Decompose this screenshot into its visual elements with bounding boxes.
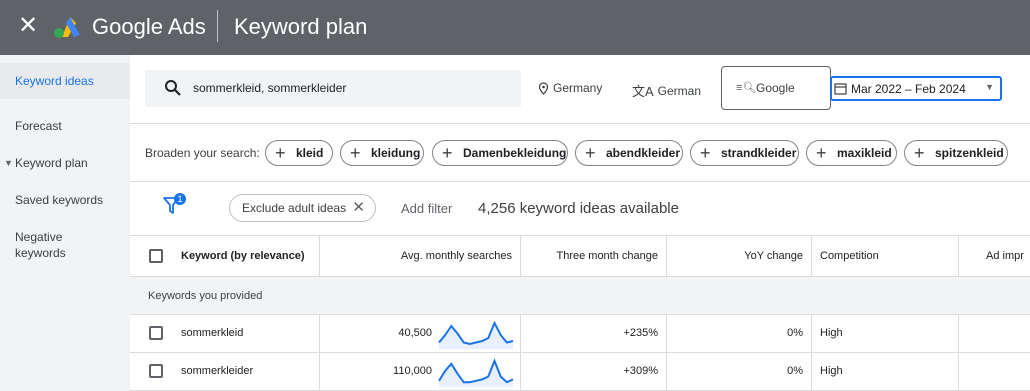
header-keyword-cell: Keyword (by relevance): [130, 236, 320, 277]
avg-searches-value: 40,500: [398, 327, 432, 339]
date-range-selector[interactable]: Mar 2022 – Feb 2024 ▼: [830, 76, 1002, 101]
brand-name: Google Ads: [92, 14, 206, 39]
exclude-adult-ideas-chip[interactable]: Exclude adult ideas ✕: [229, 194, 376, 222]
ideas-count: 4,256 keyword ideas available: [478, 200, 679, 217]
column-header-ad-impression-share[interactable]: Ad impr: [959, 236, 1030, 277]
divider: [130, 123, 1030, 124]
sidebar-item-forecast[interactable]: Forecast: [0, 118, 130, 134]
location-pin-icon: [538, 81, 549, 95]
top-bar: ✕ Google Ads Keyword plan: [0, 0, 1030, 55]
ad-impression-cell: [959, 353, 1030, 390]
row-checkbox[interactable]: [149, 364, 163, 378]
column-header-avg-monthly-searches[interactable]: Avg. monthly searches: [320, 236, 521, 277]
column-header-keyword[interactable]: Keyword (by relevance): [181, 236, 305, 276]
calendar-icon: [834, 83, 847, 95]
search-value: sommerkleid, sommerkleider: [193, 81, 347, 95]
add-icon: +: [442, 143, 453, 163]
filter-count-badge: 1: [177, 194, 182, 204]
sidebar-item-keyword-ideas[interactable]: Keyword ideas: [0, 63, 130, 99]
yoy-change-cell: 0%: [667, 353, 812, 390]
broaden-chip[interactable]: + spitzenkleid: [904, 140, 1008, 166]
page-title: Keyword plan: [234, 14, 368, 39]
keyword-cell: sommerkleider: [130, 353, 320, 390]
sidebar-item-keyword-plan[interactable]: ▼ Keyword plan: [0, 155, 130, 171]
ad-impression-cell: [959, 315, 1030, 352]
add-icon: +: [816, 143, 827, 163]
row-checkbox[interactable]: [149, 326, 163, 340]
broaden-label: Broaden your search:: [145, 146, 260, 160]
search-network-icon: ≡🔍︎: [736, 82, 757, 94]
filter-icon[interactable]: 1: [163, 192, 189, 218]
three-month-change-cell: +235%: [521, 315, 667, 352]
dropdown-arrow-icon: ▼: [985, 82, 994, 92]
network-label: Google: [756, 81, 795, 95]
language-label: German: [657, 83, 702, 98]
keyword-text: sommerkleider: [181, 365, 254, 377]
broaden-chip[interactable]: + Damenbekleidung: [432, 140, 568, 166]
competition-cell: High: [812, 315, 959, 352]
divider: [130, 181, 1030, 182]
table-header: Keyword (by relevance) Avg. monthly sear…: [130, 235, 1030, 277]
yoy-change-cell: 0%: [667, 315, 812, 352]
avg-searches-value: 110,000: [393, 365, 432, 377]
keyword-cell: sommerkleid: [130, 315, 320, 352]
sidebar: Keyword ideas Forecast ▼ Keyword plan Sa…: [0, 55, 130, 391]
keyword-search-input[interactable]: sommerkleid, sommerkleider: [145, 70, 521, 107]
table-row[interactable]: sommerkleid 40,500 +235% 0% High: [130, 315, 1030, 353]
trend-sparkline[interactable]: [438, 357, 514, 387]
select-all-checkbox[interactable]: [149, 249, 163, 263]
search-network-selector[interactable]: ≡🔍︎ Google: [721, 66, 831, 110]
avg-searches-cell: 110,000: [320, 353, 521, 390]
translate-icon: 文A: [632, 84, 654, 99]
date-range-label: Mar 2022 – Feb 2024: [851, 82, 966, 96]
table-row[interactable]: sommerkleider 110,000 +309% 0% High: [130, 353, 1030, 391]
group-header-row: Keywords you provided: [130, 277, 1030, 315]
competition-cell: High: [812, 353, 959, 390]
broaden-chip[interactable]: + maxikleid: [806, 140, 897, 166]
add-filter-button[interactable]: Add filter: [401, 201, 452, 216]
broaden-chip[interactable]: + strandkleider: [690, 140, 799, 166]
caret-down-icon: ▼: [4, 158, 13, 168]
broaden-chip[interactable]: + abendkleider: [575, 140, 683, 166]
three-month-change-cell: +309%: [521, 353, 667, 390]
add-icon: +: [700, 143, 711, 163]
search-icon: [165, 80, 181, 96]
chip-label: Exclude adult ideas: [242, 201, 347, 215]
column-header-three-month-change[interactable]: Three month change: [521, 236, 667, 277]
google-ads-logo: [54, 17, 80, 38]
sidebar-item-label: Keyword plan: [15, 156, 88, 170]
add-icon: +: [350, 143, 361, 163]
header-divider: [217, 10, 218, 42]
keyword-text: sommerkleid: [181, 327, 244, 339]
close-icon[interactable]: ✕: [352, 195, 365, 221]
sidebar-item-negative-keywords[interactable]: Negative keywords: [0, 229, 90, 261]
location-label: Germany: [553, 81, 603, 95]
close-icon[interactable]: ✕: [16, 14, 40, 38]
column-header-competition[interactable]: Competition: [812, 236, 959, 277]
trend-sparkline[interactable]: [438, 319, 514, 349]
avg-searches-cell: 40,500: [320, 315, 521, 352]
sidebar-item-saved-keywords[interactable]: Saved keywords: [0, 192, 130, 208]
broaden-chip[interactable]: + kleidung: [340, 140, 424, 166]
add-icon: +: [914, 143, 925, 163]
language-selector[interactable]: 文A German: [632, 81, 701, 100]
column-header-yoy-change[interactable]: YoY change: [667, 236, 812, 277]
add-icon: +: [585, 143, 596, 163]
location-selector[interactable]: Germany: [538, 81, 602, 95]
add-icon: +: [275, 143, 286, 163]
broaden-chip[interactable]: + kleid: [265, 140, 333, 166]
